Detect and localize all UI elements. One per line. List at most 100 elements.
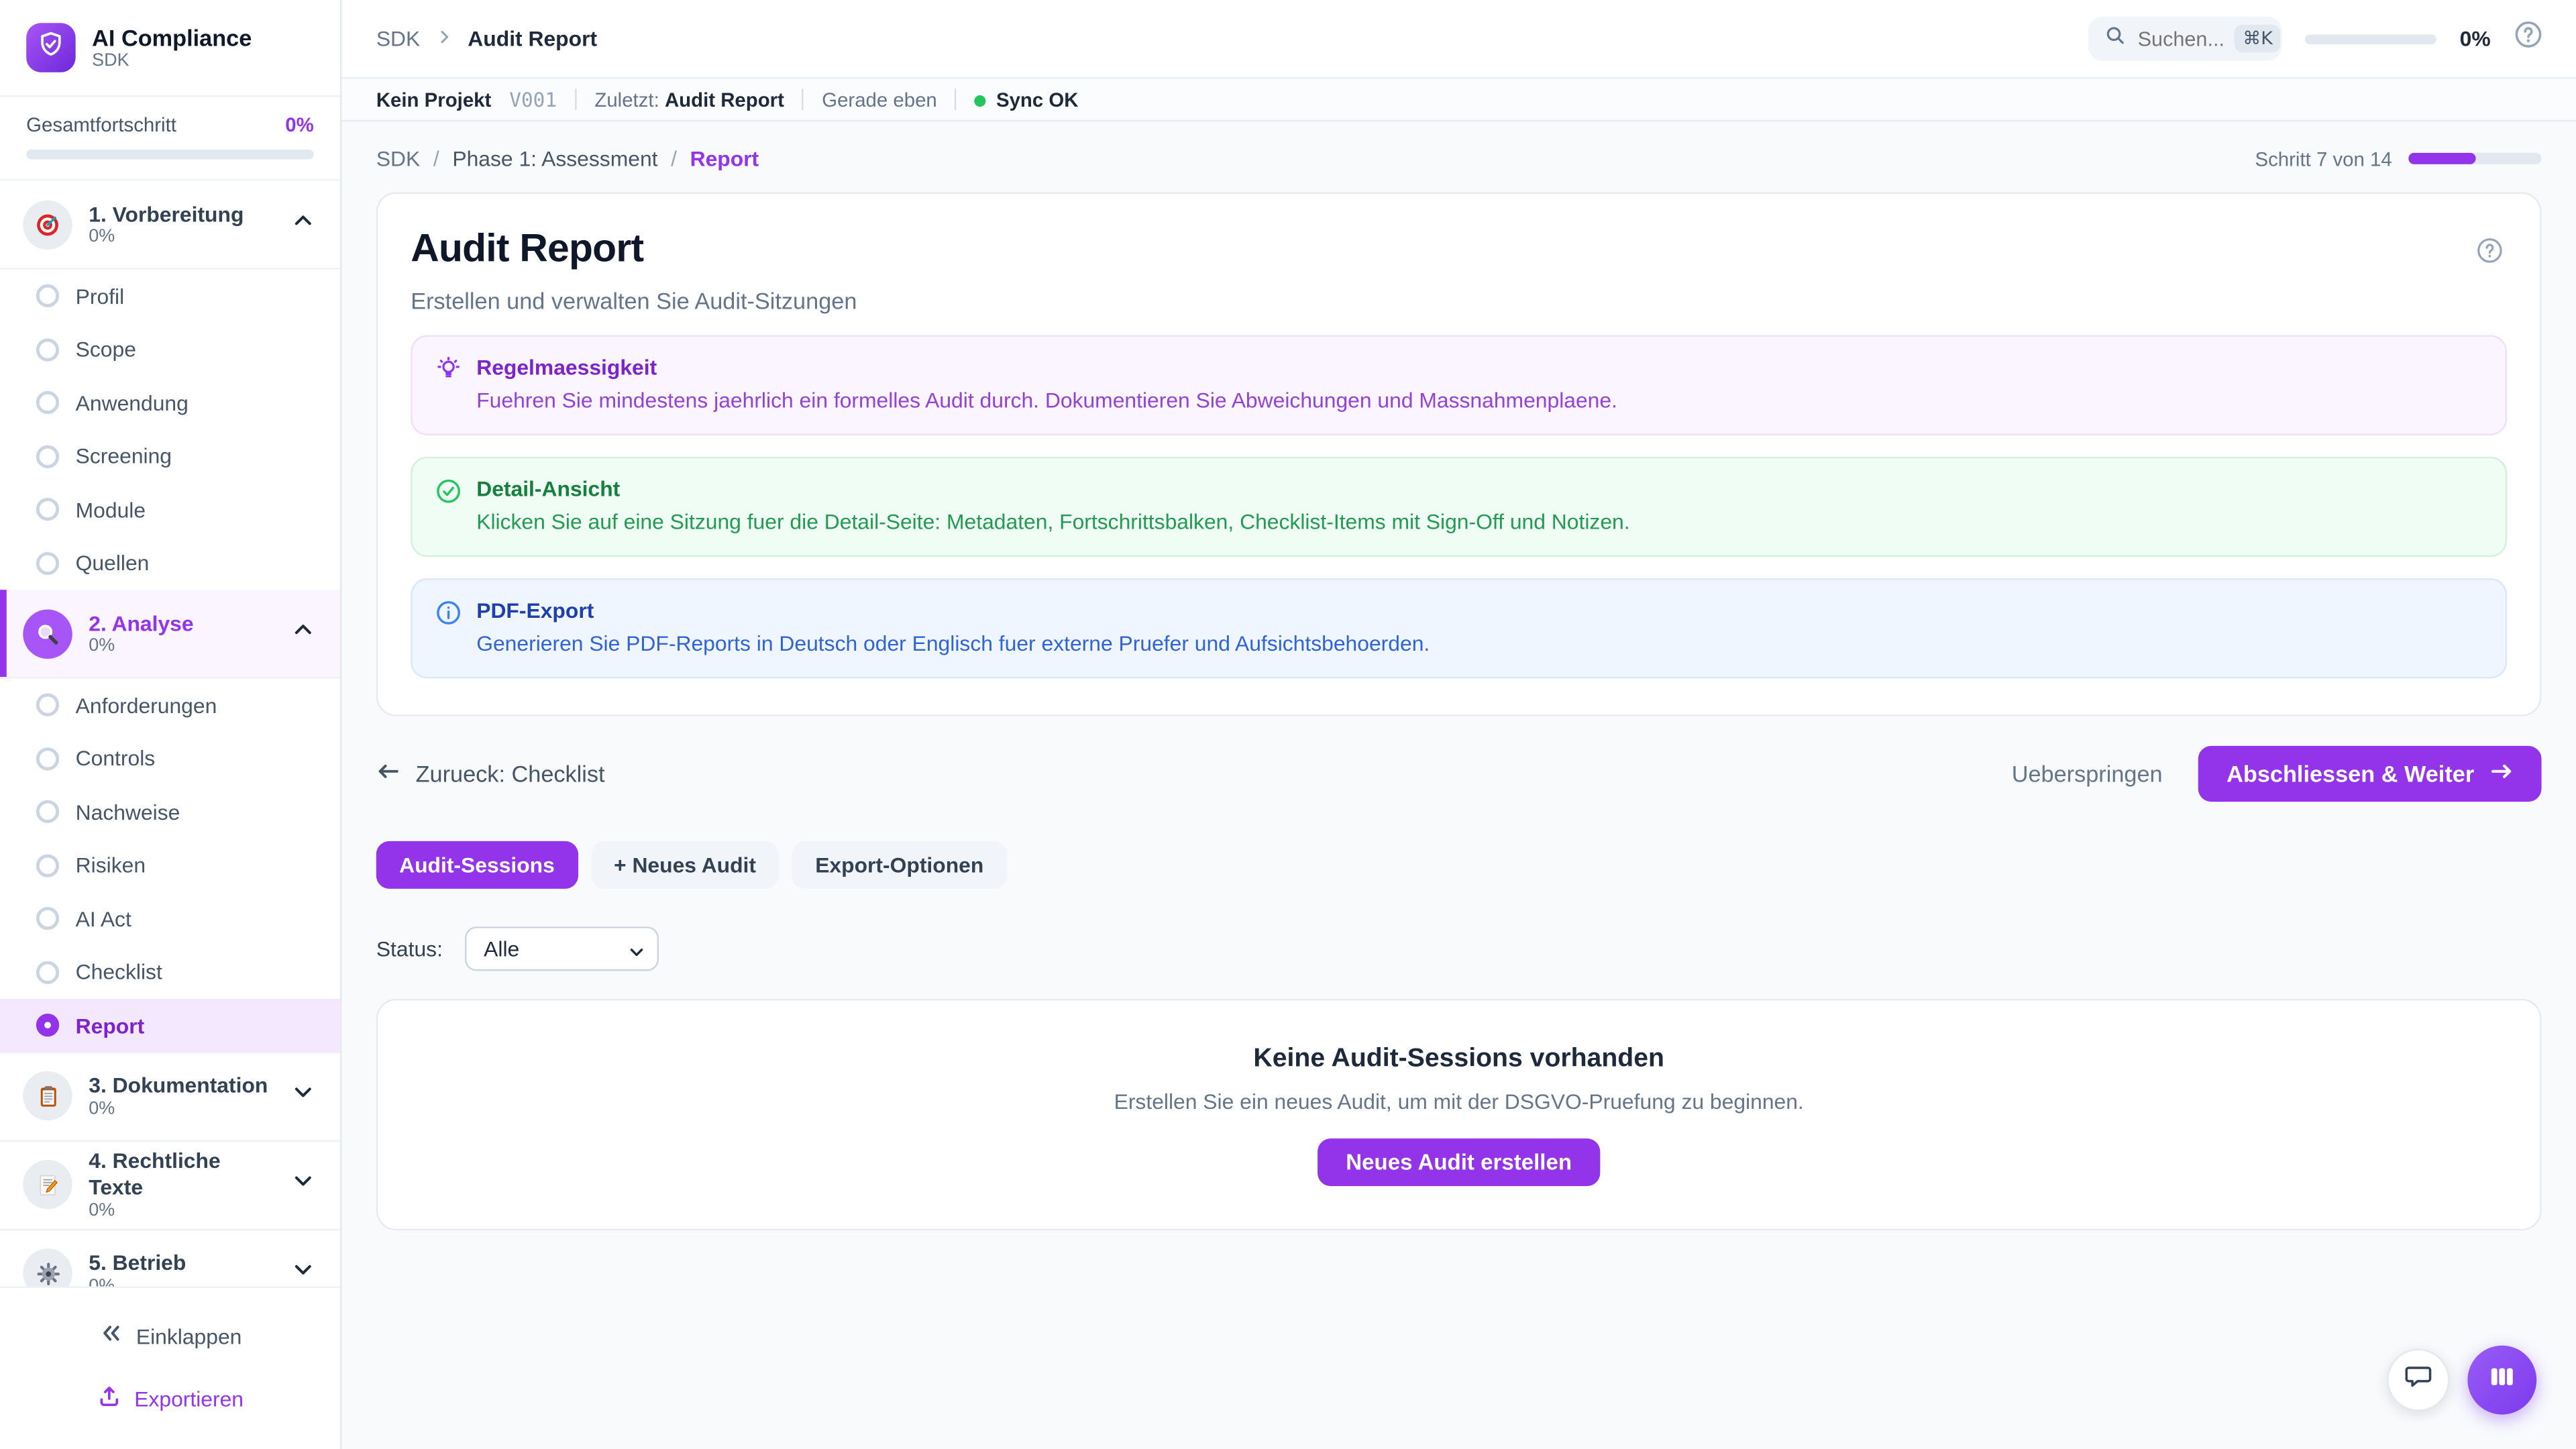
tabs: Audit-Sessions + Neues Audit Export-Opti…: [376, 841, 2542, 889]
collapse-sidebar-button[interactable]: Einklappen: [16, 1311, 323, 1360]
export-button[interactable]: Exportieren: [16, 1373, 323, 1422]
sidebar-item-screening[interactable]: Screening: [0, 429, 340, 483]
info-box-title: Regelmaessigkeit: [476, 355, 1617, 380]
divider: [955, 89, 957, 110]
status-bar: Kein Projekt V001 Zuletzt: Audit Report …: [341, 79, 2576, 122]
info-box-body: Fuehren Sie mindestens jaehrlich ein for…: [476, 388, 1617, 413]
page-title: Audit Report: [411, 227, 2507, 273]
sidebar-item-scope[interactable]: Scope: [0, 323, 340, 376]
chevron-right-icon: [435, 24, 453, 54]
sidebar: AI Compliance SDK Gesamtfortschritt 0% 1…: [0, 0, 341, 1449]
radio-icon: [36, 445, 59, 468]
chevron-down-icon: [292, 1170, 314, 1199]
app-window: AI Compliance SDK Gesamtfortschritt 0% 1…: [0, 0, 2576, 1449]
sidebar-section-vorbereitung[interactable]: 1. Vorbereitung 0%: [0, 180, 340, 269]
radio-icon: [36, 694, 59, 716]
step-progress: Schritt 7 von 14: [2255, 147, 2541, 170]
sidebar-item-profil[interactable]: Profil: [0, 270, 340, 323]
skip-button[interactable]: Ueberspringen: [2012, 761, 2163, 787]
search-box[interactable]: ⌘K: [2088, 16, 2282, 60]
info-box-regelmaessigkeit: Regelmaessigkeit Fuehren Sie mindestens …: [411, 335, 2507, 435]
info-box-pdf-export: PDF-Export Generieren Sie PDF-Reports in…: [411, 578, 2507, 678]
sidebar-item-module[interactable]: Module: [0, 483, 340, 537]
breadcrumb-phase[interactable]: Phase 1: Assessment: [452, 146, 657, 171]
sidebar-item-quellen[interactable]: Quellen: [0, 537, 340, 590]
sidebar-item-nachweise[interactable]: Nachweise: [0, 786, 340, 839]
sidebar-item-controls[interactable]: Controls: [0, 732, 340, 786]
radio-icon: [36, 284, 59, 307]
info-box-title: Detail-Ansicht: [476, 476, 1629, 501]
search-icon: [2105, 24, 2127, 54]
sync-status: Sync OK: [975, 88, 1078, 111]
divider: [575, 89, 576, 110]
section-progress: 0%: [89, 636, 276, 655]
sidebar-section-betrieb[interactable]: 5. Betrieb 0%: [0, 1230, 340, 1286]
search-input[interactable]: [2138, 27, 2223, 50]
chat-fab[interactable]: [2387, 1349, 2449, 1411]
tab-export-optionen[interactable]: Export-Optionen: [792, 841, 1007, 889]
sidebar-item-risiken[interactable]: Risiken: [0, 839, 340, 892]
overall-progress-value: 0%: [285, 113, 313, 136]
section-label: 3. Dokumentation: [89, 1073, 276, 1099]
magnifier-icon: [23, 608, 72, 657]
double-chevron-left-icon: [99, 1321, 123, 1350]
tab-audit-sessions[interactable]: Audit-Sessions: [376, 841, 578, 889]
columns-icon: [2487, 1361, 2517, 1399]
breadcrumb: SDK / Phase 1: Assessment / Report: [376, 146, 759, 171]
back-link[interactable]: Zurueck: Checklist: [376, 759, 605, 788]
status-filter-select-wrap: Alle: [466, 926, 659, 971]
main-area: SDK Audit Report ⌘K 0%: [341, 0, 2576, 1449]
status-filter-label: Status:: [376, 936, 443, 961]
sidebar-footer: Einklappen Exportieren: [0, 1287, 340, 1449]
help-icon[interactable]: [2514, 19, 2543, 57]
create-audit-button[interactable]: Neues Audit erstellen: [1318, 1138, 1600, 1185]
sidebar-section-dokumentation[interactable]: 3. Dokumentation 0%: [0, 1053, 340, 1141]
status-filter-select[interactable]: Alle: [466, 926, 659, 971]
section-progress: 0%: [89, 1099, 276, 1118]
target-icon: [23, 200, 72, 249]
help-icon[interactable]: [2476, 237, 2504, 273]
page-header-card: Audit Report Erstellen und verwalten Sie…: [376, 193, 2542, 716]
upload-icon: [97, 1383, 121, 1413]
app-subtitle: SDK: [92, 51, 252, 70]
lightbulb-icon: [435, 356, 462, 412]
arrow-left-icon: [376, 759, 401, 788]
section-label: 2. Analyse: [89, 610, 276, 636]
last-visited: Zuletzt: Audit Report: [594, 88, 784, 111]
step-label: Schritt 7 von 14: [2255, 147, 2392, 170]
sidebar-item-ai-act[interactable]: AI Act: [0, 892, 340, 946]
breadcrumb-sdk[interactable]: SDK: [376, 146, 420, 171]
sidebar-item-anforderungen[interactable]: Anforderungen: [0, 678, 340, 732]
radio-icon: [36, 551, 59, 574]
info-circle-icon: [435, 600, 462, 655]
breadcrumb-root[interactable]: SDK: [376, 26, 420, 51]
page-subtitle: Erstellen und verwalten Sie Audit-Sitzun…: [411, 288, 2507, 314]
sidebar-section-rechtliche-texte[interactable]: 4. Rechtliche Texte 0%: [0, 1141, 340, 1230]
breadcrumb-current: Audit Report: [468, 26, 597, 51]
overall-progress-bar: [26, 150, 314, 160]
section-progress: 0%: [89, 227, 276, 247]
sidebar-item-report[interactable]: Report: [0, 999, 340, 1053]
project-name: Kein Projekt: [376, 88, 492, 111]
chat-bubble-icon: [2404, 1361, 2433, 1399]
top-breadcrumb: SDK Audit Report: [376, 24, 597, 54]
step-progress-bar: [2408, 153, 2541, 164]
sidebar-section-analyse[interactable]: 2. Analyse 0%: [0, 590, 340, 678]
arrow-right-icon: [2489, 759, 2514, 788]
radio-icon: [36, 907, 59, 930]
tab-neues-audit[interactable]: + Neues Audit: [591, 841, 780, 889]
section-label: 1. Vorbereitung: [89, 201, 276, 227]
info-box-body: Klicken Sie auf eine Sitzung fuer die De…: [476, 509, 1629, 534]
last-saved-time: Gerade eben: [822, 88, 937, 111]
sidebar-item-checklist[interactable]: Checklist: [0, 945, 340, 999]
section-label: 4. Rechtliche Texte: [89, 1149, 276, 1200]
radio-icon: [36, 391, 59, 414]
radio-icon: [36, 961, 59, 983]
board-view-fab[interactable]: [2467, 1346, 2536, 1415]
radio-icon: [36, 498, 59, 521]
info-box-body: Generieren Sie PDF-Reports in Deutsch od…: [476, 631, 1430, 655]
top-bar: SDK Audit Report ⌘K 0%: [341, 0, 2576, 79]
complete-next-button[interactable]: Abschliessen & Weiter: [2199, 746, 2542, 802]
sidebar-item-anwendung[interactable]: Anwendung: [0, 376, 340, 430]
info-box-detail-ansicht: Detail-Ansicht Klicken Sie auf eine Sitz…: [411, 457, 2507, 557]
